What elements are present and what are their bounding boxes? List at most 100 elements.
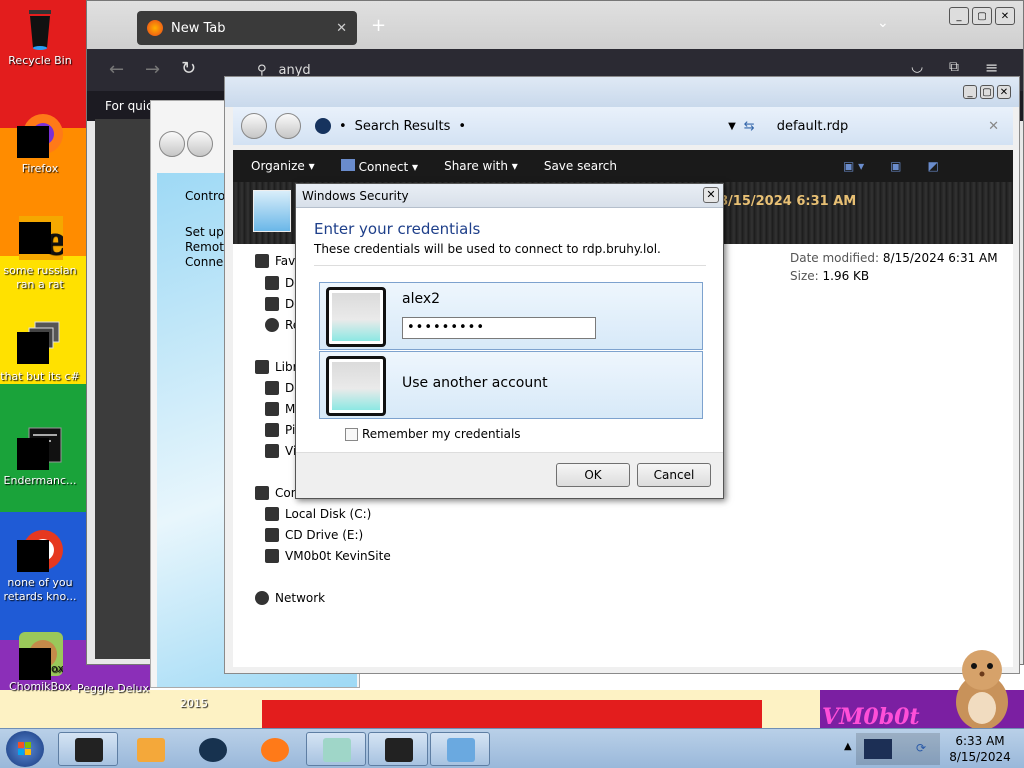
- cancel-button[interactable]: Cancel: [637, 463, 711, 487]
- account-tile-other[interactable]: Use another account: [319, 351, 703, 419]
- refresh-tray-icon[interactable]: ⟳: [916, 741, 926, 755]
- connect-button[interactable]: Connect ▾: [340, 158, 418, 174]
- minimize-icon[interactable]: _: [963, 85, 977, 99]
- connect-icon: [340, 158, 355, 171]
- dialog-titlebar: Windows Security ✕: [296, 184, 723, 208]
- taskbar-clock[interactable]: 6:33 AM 8/15/2024: [940, 733, 1020, 765]
- nav-drive-item[interactable]: VM0b0t KevinSite: [265, 549, 391, 563]
- taskbar-item-notepad[interactable]: [306, 732, 366, 766]
- minimize-icon[interactable]: _: [949, 7, 969, 25]
- network-tray-icon[interactable]: [864, 739, 892, 759]
- search-input[interactable]: default.rdp: [777, 119, 849, 134]
- desktop-icon-label: some russian ran a rat: [3, 264, 77, 291]
- new-tab-icon[interactable]: +: [371, 15, 386, 36]
- account-tile-alex2[interactable]: alex2 •••••••••: [319, 282, 703, 350]
- user-avatar-icon: [326, 356, 386, 416]
- forward-icon[interactable]: [187, 131, 213, 157]
- preview-pane-icon[interactable]: ▣: [890, 159, 901, 173]
- divider: [314, 265, 706, 266]
- dropdown-icon[interactable]: ▼: [728, 121, 736, 132]
- hamster-icon: ox: [17, 630, 64, 680]
- taskbar-item-terminal[interactable]: [368, 732, 428, 766]
- close-tab-icon[interactable]: ✕: [336, 21, 347, 36]
- desktop-icon-recycle-bin[interactable]: Recycle Bin: [0, 4, 80, 68]
- save-search-button[interactable]: Save search: [544, 159, 617, 173]
- desktop-icon-firefox[interactable]: Firefox: [0, 112, 80, 176]
- taskbar-item-explorer[interactable]: [58, 732, 118, 766]
- search-folder-icon: [315, 118, 331, 134]
- desktop-icon-csharp[interactable]: that but its c#: [0, 320, 80, 384]
- recycle-bin-icon: [17, 4, 63, 50]
- globe-icon: [199, 738, 227, 762]
- back-icon[interactable]: [241, 113, 267, 139]
- videos-icon: [265, 444, 279, 458]
- tab-new-tab[interactable]: New Tab ✕: [137, 11, 357, 45]
- desktop-icon-label: Recycle Bin: [8, 54, 72, 67]
- tab-list-icon[interactable]: ⌄: [877, 15, 889, 31]
- details-label: Size:: [790, 269, 819, 283]
- reload-icon[interactable]: ↻: [181, 58, 196, 79]
- desktop-icon-label: Endermanc...: [3, 474, 77, 487]
- organize-button[interactable]: Organize ▾: [251, 159, 315, 173]
- svg-text:ox: ox: [51, 662, 63, 675]
- refresh-icon[interactable]: ⇆: [744, 119, 755, 134]
- close-icon[interactable]: ✕: [995, 7, 1015, 25]
- explorer-titlebar: _ ▢ ✕: [225, 77, 1019, 107]
- dialog-heading: Enter your credentials: [314, 220, 481, 238]
- breadcrumb[interactable]: Search Results: [355, 119, 451, 134]
- back-icon[interactable]: ←: [109, 59, 124, 80]
- start-button[interactable]: [6, 731, 44, 767]
- pictures-icon: [265, 423, 279, 437]
- desktop-icon: [265, 276, 279, 290]
- nav-computer[interactable]: Con: [255, 486, 298, 500]
- ok-button[interactable]: OK: [556, 463, 630, 487]
- details-value: 1.96 KB: [822, 269, 870, 283]
- menu-icon[interactable]: ≡: [985, 58, 998, 77]
- nav-libraries[interactable]: Libr: [255, 360, 298, 374]
- taskbar-item-rdp[interactable]: [430, 732, 490, 766]
- taskbar-item-media[interactable]: [120, 732, 180, 766]
- taskbar-item-globe[interactable]: [182, 732, 242, 766]
- back-icon[interactable]: [159, 131, 185, 157]
- maximize-icon[interactable]: ▢: [972, 7, 992, 25]
- nav-lib-item[interactable]: Pi: [265, 423, 295, 437]
- use-another-account-label: Use another account: [402, 375, 548, 391]
- extensions-icon[interactable]: ⧉: [949, 59, 959, 75]
- desktop-icon-opera[interactable]: none of you retards kno...: [0, 526, 80, 604]
- desktop-icon-chomikbox[interactable]: ox ChomikBox: [0, 630, 80, 694]
- address-bar: • Search Results • ▼ ⇆ default.rdp ✕: [233, 107, 1013, 145]
- forward-icon[interactable]: [275, 113, 301, 139]
- recent-icon: [265, 318, 279, 332]
- desktop-icon-endermanc[interactable]: Endermanc...: [0, 424, 80, 488]
- network-drive-icon: [265, 549, 279, 563]
- desktop-icon-label: that but its c#: [0, 370, 80, 383]
- nav-lib-item[interactable]: M: [265, 402, 295, 416]
- details-label: Date modified:: [790, 251, 880, 265]
- firefox-content: [95, 119, 155, 659]
- forward-icon[interactable]: →: [145, 59, 160, 80]
- password-field[interactable]: •••••••••: [402, 317, 596, 339]
- cp-line[interactable]: Control: [185, 189, 228, 203]
- nav-drive-item[interactable]: Local Disk (C:): [265, 507, 371, 521]
- maximize-icon[interactable]: ▢: [980, 85, 994, 99]
- nav-lib-item[interactable]: Vi: [265, 444, 296, 458]
- remember-credentials[interactable]: Remember my credentials: [345, 427, 521, 441]
- close-icon[interactable]: ✕: [703, 187, 719, 203]
- taskbar-item-firefox[interactable]: [244, 732, 304, 766]
- preview-date: 8/15/2024 6:31 AM: [719, 194, 857, 209]
- firefox-window-controls: _ ▢ ✕: [949, 7, 1015, 25]
- desktop-icon-peggle[interactable]: Peggle Delux: [76, 682, 150, 696]
- close-icon[interactable]: ✕: [997, 85, 1011, 99]
- share-with-button[interactable]: Share with ▾: [444, 159, 518, 173]
- cp-nav-buttons: [159, 131, 213, 157]
- tray-expand-icon[interactable]: ▲: [844, 741, 852, 752]
- documents-icon: [265, 381, 279, 395]
- nav-drive-item[interactable]: CD Drive (E:): [265, 528, 363, 542]
- view-options-icon[interactable]: ▣ ▾: [843, 159, 864, 173]
- desktop-icon-rat[interactable]: e some russian ran a rat: [0, 214, 80, 292]
- remember-checkbox[interactable]: [345, 427, 358, 441]
- clear-search-icon[interactable]: ✕: [988, 119, 999, 134]
- pocket-icon[interactable]: ◡: [911, 59, 923, 75]
- nav-network[interactable]: Network: [255, 591, 325, 605]
- help-icon[interactable]: ◩: [928, 159, 939, 173]
